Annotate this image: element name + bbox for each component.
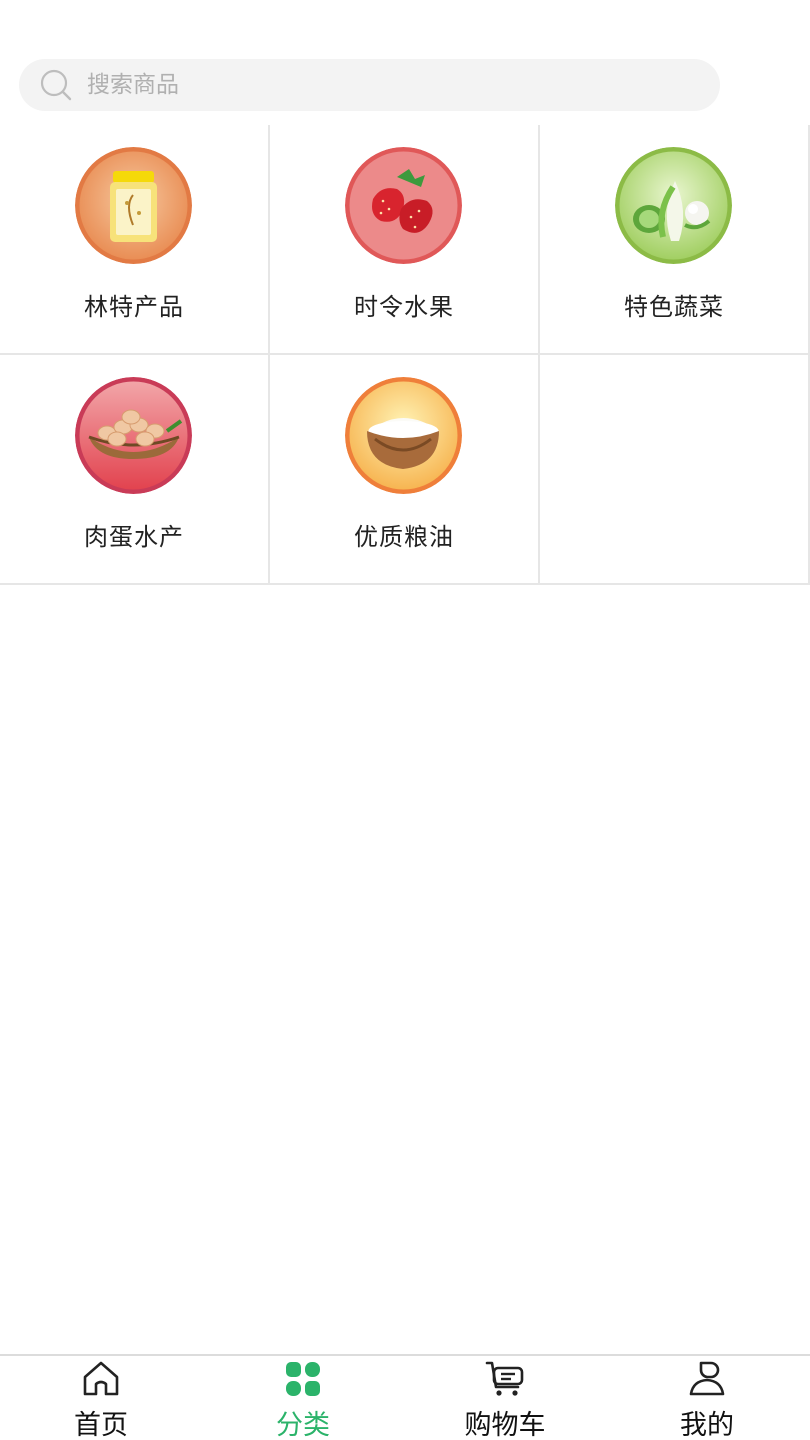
category-item-grain-oil[interactable]: 优质粮油 (270, 355, 540, 585)
tab-home[interactable]: 首页 (0, 1356, 202, 1440)
tab-label: 我的 (680, 1410, 734, 1440)
bottom-tab-bar: 首页 分类 购物车 我的 (0, 1354, 810, 1440)
category-label: 肉蛋水产 (84, 523, 184, 551)
category-label: 特色蔬菜 (624, 293, 724, 321)
home-icon (83, 1361, 119, 1396)
tab-label: 首页 (74, 1410, 128, 1440)
category-icon (286, 1362, 320, 1396)
search-icon (40, 69, 72, 101)
category-item-forest-products[interactable]: 林特产品 (0, 125, 270, 355)
category-item-specialty-vegetables[interactable]: 特色蔬菜 (540, 125, 810, 355)
category-label: 林特产品 (84, 293, 184, 321)
cabbage-icon (615, 147, 732, 264)
search-input[interactable] (87, 59, 687, 111)
category-label: 优质粮油 (354, 523, 454, 551)
tab-profile[interactable]: 我的 (606, 1356, 808, 1440)
tab-label: 分类 (276, 1410, 330, 1440)
cart-icon (485, 1361, 524, 1396)
eggs-basket-icon (75, 377, 192, 494)
tab-category[interactable]: 分类 (202, 1356, 404, 1440)
user-icon (689, 1361, 725, 1396)
category-item-meat-eggs-seafood[interactable]: 肉蛋水产 (0, 355, 270, 585)
tab-cart[interactable]: 购物车 (404, 1356, 606, 1440)
empty-cell (540, 355, 810, 585)
search-bar[interactable] (19, 59, 720, 111)
honey-jar-icon (75, 147, 192, 264)
strawberry-icon (345, 147, 462, 264)
rice-bowl-icon (345, 377, 462, 494)
category-item-seasonal-fruit[interactable]: 时令水果 (270, 125, 540, 355)
category-grid: 林特产品 时令水果 特色蔬菜 肉蛋水产 优质粮油 (0, 125, 810, 586)
category-label: 时令水果 (354, 293, 454, 321)
tab-label: 购物车 (464, 1410, 546, 1440)
